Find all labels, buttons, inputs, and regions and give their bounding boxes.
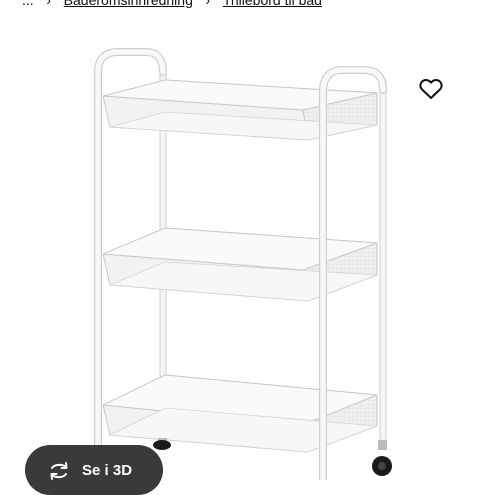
basket-top bbox=[102, 79, 378, 141]
chevron-right-icon: › bbox=[46, 0, 51, 8]
view-in-3d-label: Se i 3D bbox=[82, 462, 133, 479]
heart-icon bbox=[419, 79, 443, 99]
favorite-button[interactable] bbox=[416, 74, 446, 104]
breadcrumb-item-trillebord[interactable]: Trillebord til bad bbox=[223, 0, 322, 9]
breadcrumb: ... › Baderomsinnredning › Trillebord ti… bbox=[22, 0, 322, 9]
basket-bottom bbox=[101, 374, 378, 453]
breadcrumb-item-baderomsinnredning[interactable]: Baderomsinnredning bbox=[64, 0, 193, 9]
breadcrumb-ellipsis[interactable]: ... bbox=[22, 0, 34, 9]
product-image[interactable] bbox=[0, 20, 480, 480]
view-in-3d-button[interactable]: Se i 3D bbox=[25, 445, 163, 495]
rotate-3d-icon bbox=[50, 462, 68, 480]
basket-middle bbox=[102, 227, 378, 302]
wheel-front-right bbox=[372, 440, 392, 476]
chevron-right-icon: › bbox=[205, 0, 211, 8]
